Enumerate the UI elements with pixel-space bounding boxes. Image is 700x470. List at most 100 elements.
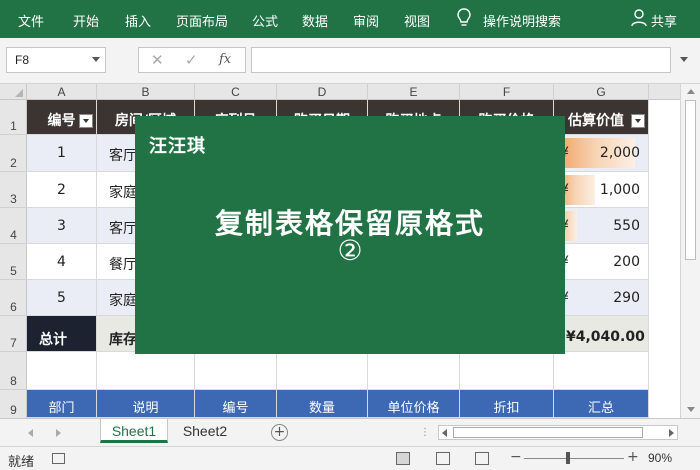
row-header-8[interactable]: 8 — [0, 352, 27, 390]
value-amount: 200 — [613, 254, 640, 270]
tab-page-layout[interactable]: 页面布局 — [176, 11, 228, 30]
cancel-icon[interactable]: ✕ — [151, 51, 164, 69]
row-header-7[interactable]: 7 — [0, 316, 27, 352]
user-icon[interactable] — [631, 9, 647, 27]
empty-cell[interactable] — [554, 352, 649, 390]
column-header-g[interactable]: G — [554, 84, 649, 100]
blue-header-total[interactable]: 汇总 — [554, 390, 649, 418]
scroll-left-icon[interactable] — [442, 429, 447, 437]
sheet-next-icon[interactable] — [56, 429, 61, 437]
blue-header-discount[interactable]: 折扣 — [460, 390, 554, 418]
scroll-right-icon[interactable] — [669, 429, 674, 437]
sheet-prev-icon[interactable] — [28, 429, 33, 437]
tab-data[interactable]: 数据 — [302, 11, 328, 30]
empty-cell[interactable] — [97, 352, 195, 390]
empty-cell[interactable] — [195, 352, 277, 390]
filter-dropdown-icon[interactable] — [631, 114, 645, 128]
blue-header-department[interactable]: 部门 — [27, 390, 97, 418]
id-cell[interactable]: 2 — [27, 172, 97, 208]
tab-formulas[interactable]: 公式 — [252, 11, 278, 30]
formula-input[interactable] — [251, 47, 671, 73]
select-all-corner[interactable] — [0, 84, 27, 100]
lightbulb-icon[interactable] — [457, 8, 471, 28]
total-label-cell[interactable]: 总计 — [27, 316, 97, 352]
empty-cell[interactable] — [277, 352, 368, 390]
macro-record-icon[interactable] — [52, 453, 65, 464]
add-sheet-button[interactable]: + — [271, 424, 288, 441]
column-header-c[interactable]: C — [195, 84, 277, 100]
header-cell-value[interactable]: 估算价值 — [554, 100, 649, 135]
header-cell-id[interactable]: 编号 — [27, 100, 97, 135]
enter-icon[interactable]: ✓ — [185, 51, 198, 69]
row-header-bar: 1 2 3 4 5 6 7 8 9 — [0, 100, 27, 418]
column-header-b[interactable]: B — [97, 84, 195, 100]
column-header-f[interactable]: F — [460, 84, 554, 100]
empty-cell[interactable] — [27, 352, 97, 390]
chevron-down-icon[interactable] — [92, 57, 100, 62]
row-header-6[interactable]: 6 — [0, 280, 27, 316]
row-header-4[interactable]: 4 — [0, 208, 27, 244]
formula-buttons: ✕ ✓ fx — [138, 47, 246, 73]
column-header-d[interactable]: D — [277, 84, 368, 100]
id-cell[interactable]: 4 — [27, 244, 97, 280]
tab-file[interactable]: 文件 — [18, 11, 44, 30]
zoom-percentage[interactable]: 90% — [648, 451, 672, 465]
scroll-down-icon[interactable] — [687, 407, 695, 412]
id-cell[interactable]: 1 — [27, 135, 97, 172]
column-header-e[interactable]: E — [368, 84, 460, 100]
id-cell[interactable]: 5 — [27, 280, 97, 316]
share-button[interactable]: 共享 — [651, 11, 677, 30]
value-cell[interactable]: ¥550 — [554, 208, 649, 244]
blue-header-number[interactable]: 编号 — [195, 390, 277, 418]
row-header-9[interactable]: 9 — [0, 390, 27, 418]
scroll-up-icon[interactable] — [687, 89, 695, 94]
filter-dropdown-icon[interactable] — [79, 114, 93, 128]
blue-header-description[interactable]: 说明 — [97, 390, 195, 418]
empty-cell[interactable] — [368, 352, 460, 390]
zoom-slider-track[interactable] — [524, 458, 624, 459]
page-layout-view-icon[interactable] — [436, 452, 450, 465]
sheet-tab-sheet1[interactable]: Sheet1 — [100, 419, 168, 443]
tab-home[interactable]: 开始 — [73, 11, 99, 30]
zoom-out-button[interactable]: − — [510, 449, 522, 465]
blue-header-quantity[interactable]: 数量 — [277, 390, 368, 418]
value-amount: 550 — [613, 218, 640, 234]
zoom-in-button[interactable]: + — [627, 449, 639, 465]
column-header-a[interactable]: A — [27, 84, 97, 100]
selected-cell-f8[interactable] — [460, 352, 554, 390]
horizontal-scroll-thumb[interactable] — [453, 427, 643, 438]
expand-formula-icon[interactable] — [680, 57, 688, 62]
name-box[interactable]: F8 — [6, 47, 106, 73]
status-bar: 就绪 − + 90% — [0, 446, 700, 470]
id-cell[interactable]: 3 — [27, 208, 97, 244]
page-break-view-icon[interactable] — [475, 452, 489, 465]
value-cell[interactable]: ¥1,000 — [554, 172, 649, 208]
zoom-slider-thumb[interactable] — [566, 452, 570, 464]
vertical-scrollbar[interactable] — [680, 84, 700, 418]
sheet-tab-sheet2[interactable]: Sheet2 — [172, 419, 238, 443]
status-ready: 就绪 — [8, 455, 35, 470]
name-box-value: F8 — [15, 53, 30, 67]
row-header-2[interactable]: 2 — [0, 135, 27, 172]
value-cell[interactable]: ¥2,000 — [554, 135, 649, 172]
blue-header-unit-price[interactable]: 单位价格 — [368, 390, 460, 418]
step-number: ② — [337, 234, 363, 267]
column-header-bar: A B C D E F G — [0, 84, 680, 100]
normal-view-icon[interactable] — [396, 452, 410, 465]
value-amount: 1,000 — [599, 182, 640, 198]
tab-insert[interactable]: 插入 — [125, 11, 151, 30]
tab-review[interactable]: 审阅 — [353, 11, 379, 30]
tab-view[interactable]: 视图 — [404, 11, 430, 30]
vertical-scroll-thumb[interactable] — [685, 100, 696, 260]
tell-me-search[interactable]: 操作说明搜索 — [483, 11, 561, 30]
total-value-cell[interactable]: ¥4,040.00 — [554, 316, 649, 352]
row-header-3[interactable]: 3 — [0, 172, 27, 208]
row-header-5[interactable]: 5 — [0, 244, 27, 280]
brand-label: 汪汪琪 — [149, 136, 206, 157]
insert-function-icon[interactable]: fx — [219, 52, 231, 67]
row-header-1[interactable]: 1 — [0, 100, 27, 135]
value-cell[interactable]: ¥290 — [554, 280, 649, 316]
value-cell[interactable]: ¥200 — [554, 244, 649, 280]
horizontal-scrollbar[interactable] — [438, 425, 678, 440]
tab-split-handle[interactable]: ⋮ — [420, 427, 430, 438]
